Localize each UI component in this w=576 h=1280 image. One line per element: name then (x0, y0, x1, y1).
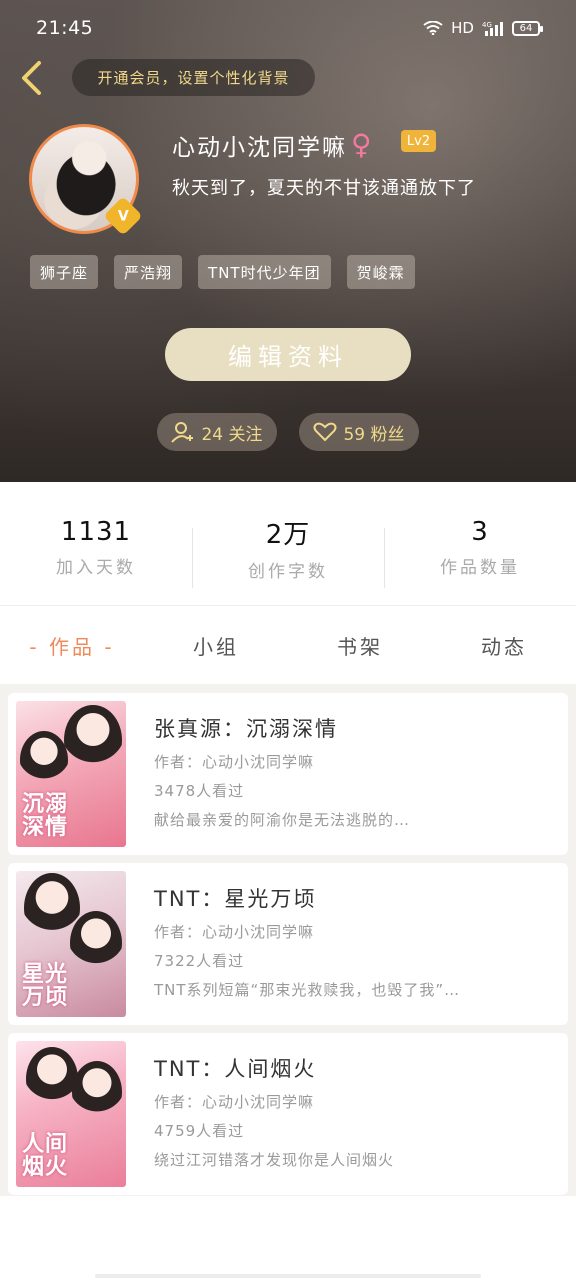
chevron-left-icon (22, 61, 41, 95)
work-cover-image: 人间 烟火 (16, 1041, 126, 1187)
tab-activity[interactable]: 动态 (432, 631, 576, 660)
user-tags: 狮子座 严浩翔 TNT时代少年团 贺峻霖 (30, 255, 415, 289)
work-info: TNT：人间烟火 作者：心动小沈同学嘛 4759人看过 绕过江河错落才发现你是人… (154, 1041, 538, 1187)
work-title: 张真源：沉溺深情 (154, 717, 338, 741)
status-time: 21:45 (36, 17, 94, 39)
tab-groups[interactable]: 小组 (144, 631, 288, 660)
works-list: 沉溺 深情 张真源：沉溺深情 作者：心动小沈同学嘛 3478人看过 献给最亲爱的… (0, 684, 576, 1196)
cover-title: 沉溺 深情 (22, 791, 69, 840)
svg-text:4G: 4G (482, 21, 492, 29)
membership-promo-button[interactable]: 开通会员，设置个性化背景 (72, 59, 315, 96)
stat-value: 1131 (60, 517, 132, 547)
work-description: 献给最亲爱的阿渝你是无法逃脱的… (154, 811, 411, 829)
tag-item[interactable]: TNT时代少年团 (198, 255, 331, 289)
work-views: 4759人看过 (154, 1122, 245, 1140)
work-views: 7322人看过 (154, 952, 245, 970)
female-icon: ♀ (351, 128, 374, 161)
user-nickname: 心动小沈同学嘛 ♀ (172, 128, 374, 162)
stat-label: 创作字数 (248, 561, 328, 582)
cover-figure (26, 1047, 78, 1111)
stat-label: 加入天数 (56, 558, 136, 578)
edit-profile-button[interactable]: 编辑资料 (165, 328, 411, 381)
vip-mark: V (117, 208, 129, 224)
cover-figure (20, 731, 68, 789)
fans-button[interactable]: 59 粉丝 (299, 413, 419, 451)
user-signature: 秋天到了，夏天的不甘该通通放下了 (172, 178, 476, 199)
work-title: TNT：星光万顷 (154, 887, 317, 911)
work-description: 绕过江河错落才发现你是人间烟火 (154, 1151, 395, 1169)
profile-header: 21:45 HD 4G 64 开通会员，设置个性化背景 V 心动小沈同学嘛 ♀ … (0, 0, 576, 482)
work-author: 作者：心动小沈同学嘛 (154, 753, 315, 771)
work-info: TNT：星光万顷 作者：心动小沈同学嘛 7322人看过 TNT系列短篇“那束光救… (154, 871, 538, 1017)
cover-title: 人间 烟火 (22, 1131, 69, 1180)
tab-works[interactable]: - 作品 - (0, 631, 144, 660)
work-cover-image: 沉溺 深情 (16, 701, 126, 847)
stat-label: 作品数量 (440, 558, 520, 578)
home-indicator (95, 1274, 481, 1278)
network-label: HD (451, 19, 474, 37)
stats-row: 1131 加入天数 2万 创作字数 3 作品数量 (0, 482, 576, 606)
stat-value: 3 (471, 517, 489, 547)
work-author: 作者：心动小沈同学嘛 (154, 1093, 315, 1111)
cover-figure (72, 1061, 122, 1123)
work-description: TNT系列短篇“那束光救赎我，也毁了我”… (154, 981, 461, 999)
fans-count: 59 粉丝 (343, 424, 405, 445)
tag-item[interactable]: 狮子座 (30, 255, 99, 289)
work-views: 3478人看过 (154, 782, 245, 800)
battery-icon: 64 (512, 20, 543, 36)
user-add-icon (171, 422, 194, 443)
work-info: 张真源：沉溺深情 作者：心动小沈同学嘛 3478人看过 献给最亲爱的阿渝你是无法… (154, 701, 538, 847)
status-icons: HD 4G 64 (423, 19, 543, 37)
tag-item[interactable]: 严浩翔 (114, 255, 183, 289)
profile-tabs: - 作品 - 小组 书架 动态 (0, 606, 576, 684)
following-button[interactable]: 24 关注 (157, 413, 277, 451)
heart-icon (313, 422, 337, 442)
level-badge: Lv2 (401, 130, 436, 152)
tab-bookshelf[interactable]: 书架 (288, 631, 432, 660)
cover-figure (70, 911, 122, 975)
stat-join-days: 1131 加入天数 (0, 482, 192, 605)
work-author: 作者：心动小沈同学嘛 (154, 923, 315, 941)
nickname-text: 心动小沈同学嘛 (172, 135, 347, 161)
tag-item[interactable]: 贺峻霖 (346, 255, 415, 289)
status-bar: 21:45 HD 4G 64 (0, 0, 576, 56)
avatar-container[interactable]: V (29, 124, 143, 236)
wifi-icon (423, 21, 443, 35)
signal-icon: 4G (482, 20, 504, 36)
stat-value: 2万 (265, 519, 311, 550)
back-button[interactable] (14, 58, 48, 98)
stat-word-count: 2万 创作字数 (192, 482, 384, 605)
work-card[interactable]: 星光 万顷 TNT：星光万顷 作者：心动小沈同学嘛 7322人看过 TNT系列短… (8, 863, 568, 1025)
work-cover-image: 星光 万顷 (16, 871, 126, 1017)
cover-figure (64, 705, 122, 775)
cover-title: 星光 万顷 (22, 961, 69, 1010)
following-count: 24 关注 (201, 424, 263, 445)
work-card[interactable]: 沉溺 深情 张真源：沉溺深情 作者：心动小沈同学嘛 3478人看过 献给最亲爱的… (8, 693, 568, 855)
work-card[interactable]: 人间 烟火 TNT：人间烟火 作者：心动小沈同学嘛 4759人看过 绕过江河错落… (8, 1033, 568, 1195)
stat-works-count: 3 作品数量 (384, 482, 576, 605)
work-title: TNT：人间烟火 (154, 1057, 317, 1081)
